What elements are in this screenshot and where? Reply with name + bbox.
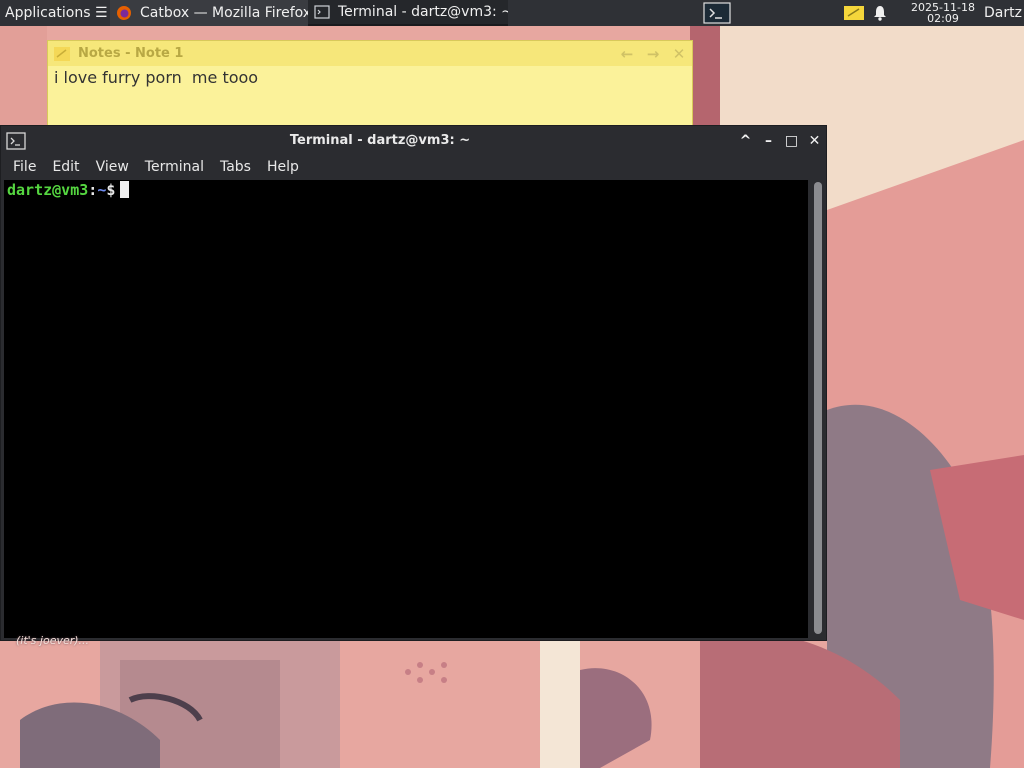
taskbar-item-terminal[interactable]: Terminal - dartz@vm3: ~ <box>308 0 508 26</box>
wallpaper-caption: (it's joever)... <box>16 634 90 647</box>
note-icon <box>54 46 70 61</box>
terminal-app-icon[interactable] <box>6 131 26 150</box>
notes-tray-icon[interactable] <box>844 5 864 21</box>
applications-menu-button[interactable]: Applications ☰ <box>0 0 110 26</box>
prompt-separator: : <box>88 181 98 199</box>
minimize-button[interactable]: – <box>757 129 780 152</box>
menu-edit[interactable]: Edit <box>44 159 87 175</box>
notification-bell-icon[interactable] <box>872 5 888 21</box>
prompt-path: ~ <box>97 181 107 199</box>
terminal-screen[interactable]: dartz@vm3:~$ <box>4 180 808 638</box>
taskbar-item-label: Catbox — Mozilla Firefox <box>140 5 308 21</box>
close-note-button[interactable]: ✕ <box>666 45 692 63</box>
notes-title: Notes - Note 1 <box>78 46 184 61</box>
firefox-icon <box>117 6 131 20</box>
terminal-icon <box>314 5 330 19</box>
next-note-button[interactable]: → <box>640 45 666 63</box>
text-cursor <box>120 181 130 198</box>
applications-label: Applications ☰ <box>5 5 108 21</box>
shade-button[interactable]: ^ <box>734 129 757 152</box>
menu-view[interactable]: View <box>88 159 137 175</box>
prompt-symbol: $ <box>106 181 116 199</box>
top-panel: Applications ☰ Catbox — Mozilla Firefox … <box>0 0 1024 26</box>
prompt-user-host: dartz@vm3 <box>7 181 89 199</box>
close-button[interactable]: ✕ <box>803 129 826 152</box>
notes-window: Notes - Note 1 ← → ✕ i love furry porn m… <box>47 40 693 126</box>
notes-titlebar[interactable]: Notes - Note 1 ← → ✕ <box>48 41 692 66</box>
user-menu[interactable]: Dartz <box>984 5 1024 21</box>
note-text-area[interactable]: i love furry porn me tooo <box>48 66 692 89</box>
terminal-launcher-icon[interactable] <box>702 2 732 24</box>
scrollbar-thumb[interactable] <box>814 182 822 634</box>
previous-note-button[interactable]: ← <box>614 45 640 63</box>
maximize-button[interactable]: □ <box>780 129 803 152</box>
taskbar-item-firefox[interactable]: Catbox — Mozilla Firefox <box>110 0 308 26</box>
menu-file[interactable]: File <box>5 159 44 175</box>
menu-tabs[interactable]: Tabs <box>212 159 259 175</box>
taskbar-item-label: Terminal - dartz@vm3: ~ <box>338 4 508 20</box>
panel-clock[interactable]: 2025-11-18 02:09 <box>910 2 976 24</box>
menu-terminal[interactable]: Terminal <box>137 159 212 175</box>
terminal-menubar: File Edit View Terminal Tabs Help <box>1 155 826 179</box>
clock-time: 02:09 <box>927 12 959 25</box>
terminal-title: Terminal - dartz@vm3: ~ <box>289 133 471 148</box>
menu-help[interactable]: Help <box>259 159 307 175</box>
terminal-window: Terminal - dartz@vm3: ~ ^ – □ ✕ File Edi… <box>0 125 827 641</box>
terminal-scrollbar[interactable] <box>814 182 822 634</box>
terminal-titlebar[interactable]: Terminal - dartz@vm3: ~ ^ – □ ✕ <box>1 126 826 155</box>
